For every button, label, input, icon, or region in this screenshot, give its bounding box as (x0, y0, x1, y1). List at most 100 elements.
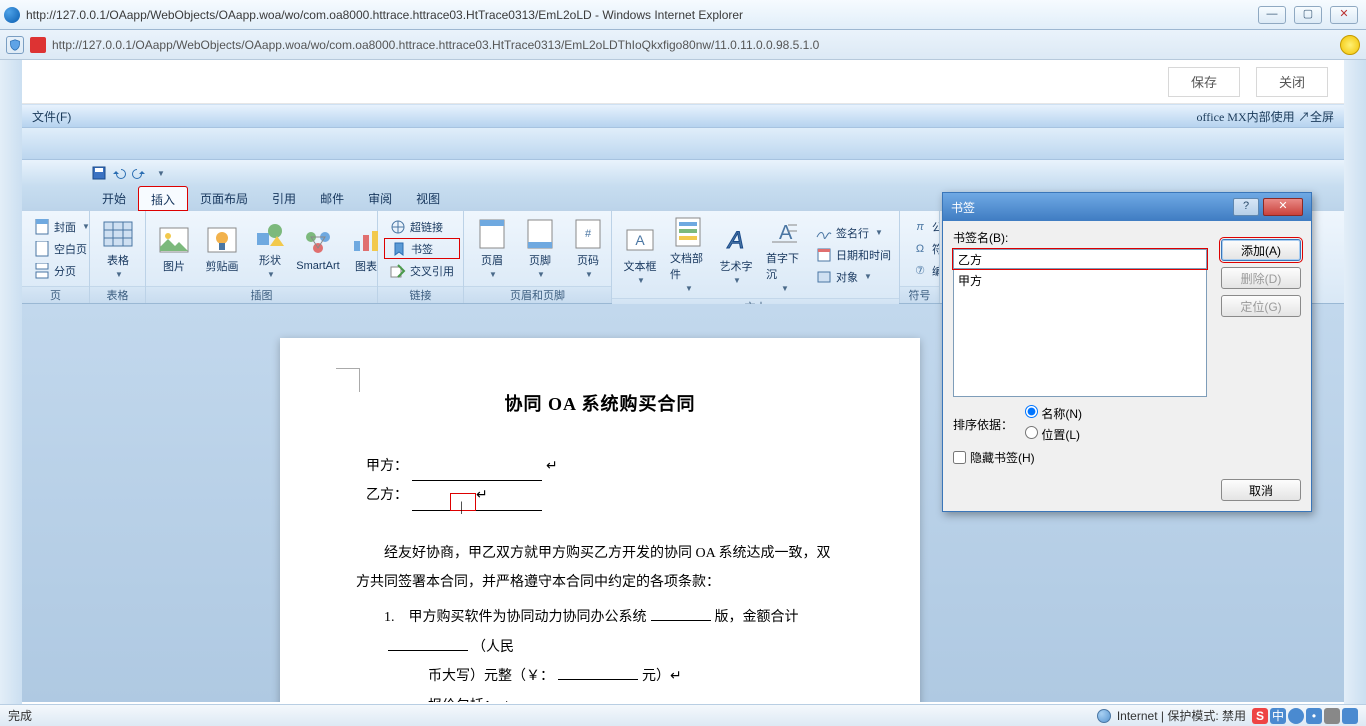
maximize-button[interactable]: ▢ (1294, 6, 1322, 24)
ime-icon[interactable]: S (1252, 708, 1268, 724)
tab-home[interactable]: 开始 (90, 186, 138, 210)
tab-pagelayout[interactable]: 页面布局 (188, 186, 260, 210)
bookmark-name-input[interactable] (953, 249, 1207, 269)
blank-page-button[interactable]: 空白页 (28, 238, 96, 259)
address-url[interactable]: http://127.0.0.1/OAapp/WebObjects/OAapp.… (52, 38, 1334, 52)
fullscreen-toggle[interactable]: ↗全屏 (1298, 110, 1334, 124)
coverpage-icon (34, 219, 50, 235)
add-button[interactable]: 添加(A) (1221, 239, 1301, 261)
undo-icon[interactable] (110, 164, 128, 182)
dropcap-button[interactable]: A首字下沉▼ (762, 214, 806, 295)
quick-access-toolbar: ▼ (22, 160, 1344, 186)
smartart-button[interactable]: SmartArt (296, 224, 340, 274)
page-break-button[interactable]: 分页 (28, 260, 96, 281)
qat-dropdown-icon[interactable]: ▼ (152, 164, 170, 182)
number-button[interactable]: ⑦编号 (906, 260, 940, 281)
equation-button[interactable]: π公式 (906, 216, 940, 237)
redo-icon[interactable] (130, 164, 148, 182)
blank-rmb[interactable] (558, 662, 638, 680)
minimize-button[interactable]: — (1258, 6, 1286, 24)
tab-mailings[interactable]: 邮件 (308, 186, 356, 210)
party-b-line: 乙方：↵ (366, 481, 844, 510)
dialog-help-button[interactable]: ? (1233, 198, 1259, 216)
document-page[interactable]: 协同 OA 系统购买合同 甲方：↵ 乙方：↵ 经友好协商，甲乙双方就甲方购买乙方… (280, 338, 920, 702)
cover-page-button[interactable]: 封面▼ (28, 216, 96, 237)
bookmark-list[interactable]: 甲方 (953, 269, 1207, 397)
quickparts-button[interactable]: 文档部件▼ (666, 214, 710, 295)
shapes-button[interactable]: 形状▼ (248, 216, 292, 281)
signature-button[interactable]: 签名行▼ (810, 222, 897, 243)
save-button[interactable]: 保存 (1168, 67, 1240, 97)
crossref-button[interactable]: 交叉引用 (384, 260, 460, 281)
list-item-1c: 报价包括：↵ (428, 692, 844, 702)
tab-insert[interactable]: 插入 (138, 186, 188, 211)
pagenumber-button[interactable]: #页码▼ (566, 216, 610, 281)
doc-title: 协同 OA 系统购买合同 (356, 386, 844, 424)
goto-button[interactable]: 定位(G) (1221, 295, 1301, 317)
hide-bookmarks-check[interactable]: 隐藏书签(H) (953, 449, 1301, 466)
dialog-titlebar[interactable]: 书签 ? ✕ (943, 193, 1311, 221)
ie-titlebar: http://127.0.0.1/OAapp/WebObjects/OAapp.… (0, 0, 1366, 30)
bookmark-dialog: 书签 ? ✕ 书签名(B): 甲方 排序依据： 名称(N) 位置(L) 隐藏书签… (942, 192, 1312, 512)
smartart-icon (302, 226, 334, 258)
symbol-button[interactable]: Ω符号 (906, 238, 940, 259)
header-icon (476, 218, 508, 250)
clipart-button[interactable]: 剪贴画 (200, 222, 244, 276)
app-topbar: 保存 关闭 (22, 60, 1344, 104)
group-links-label: 链接 (378, 286, 463, 303)
picture-button[interactable]: 图片 (152, 222, 196, 276)
datetime-button[interactable]: 日期和时间 (810, 244, 897, 265)
ie-addressbar: http://127.0.0.1/OAapp/WebObjects/OAapp.… (0, 30, 1366, 60)
wordart-icon: A (720, 224, 752, 256)
sort-name-radio[interactable]: 名称(N) (1025, 405, 1082, 422)
moon-icon[interactable] (1288, 708, 1304, 724)
header-button[interactable]: 页眉▼ (470, 216, 514, 281)
blank-amount[interactable] (388, 633, 468, 651)
tab-view[interactable]: 视图 (404, 186, 452, 210)
cancel-button[interactable]: 取消 (1221, 479, 1301, 501)
footer-button[interactable]: 页脚▼ (518, 216, 562, 281)
text-cursor (450, 493, 476, 511)
bookmark-button[interactable]: 书签 (384, 238, 460, 259)
tab-review[interactable]: 审阅 (356, 186, 404, 210)
security-shield-icon[interactable] (6, 36, 24, 54)
window-title: http://127.0.0.1/OAapp/WebObjects/OAapp.… (26, 8, 1258, 22)
group-headerfooter-label: 页眉和页脚 (464, 286, 611, 303)
group-tables-label: 表格 (90, 286, 145, 303)
window-buttons: — ▢ ✕ (1258, 6, 1358, 24)
table-button[interactable]: 表格▼ (96, 216, 140, 281)
party-a-line: 甲方：↵ (366, 452, 844, 481)
hyperlink-button[interactable]: 超链接 (384, 216, 460, 237)
delete-button[interactable]: 删除(D) (1221, 267, 1301, 289)
dialog-title: 书签 (951, 199, 975, 216)
dropcap-icon: A (768, 216, 800, 248)
app-subbar: 文件(F) office MX内部使用 ↗全屏 (22, 104, 1344, 128)
sort-location-radio[interactable]: 位置(L) (1025, 426, 1082, 443)
pagebreak-icon (34, 263, 50, 279)
svg-text:A: A (726, 227, 744, 254)
keyboard-icon[interactable] (1324, 708, 1340, 724)
list-item[interactable]: 甲方 (958, 272, 1202, 289)
object-button[interactable]: 对象▼ (810, 266, 897, 287)
clipart-icon (206, 224, 238, 256)
window-close-button[interactable]: ✕ (1330, 6, 1358, 24)
close-button[interactable]: 关闭 (1256, 67, 1328, 97)
party-a-blank[interactable] (412, 463, 542, 481)
punct-icon[interactable]: • (1306, 708, 1322, 724)
save-icon[interactable] (90, 164, 108, 182)
blank-version[interactable] (651, 603, 711, 621)
list-item-1: 1. 甲方购买软件为协同动力协同办公系统版，金额合计（人民 (384, 603, 844, 662)
lang-icon[interactable]: 中 (1270, 708, 1286, 724)
wordart-button[interactable]: A艺术字▼ (714, 222, 758, 287)
spacer (22, 128, 1344, 160)
favorites-star-icon[interactable] (1340, 35, 1360, 55)
file-menu[interactable]: 文件(F) (32, 108, 71, 125)
security-zone: Internet | 保护模式: 禁用 (1117, 707, 1246, 724)
list-item-1b: 币大写）元整（￥：元）↵ (428, 662, 844, 691)
textbox-button[interactable]: A文本框▼ (618, 222, 662, 287)
object-icon (816, 269, 832, 285)
dialog-close-button[interactable]: ✕ (1263, 198, 1303, 216)
tool-icon[interactable] (1342, 708, 1358, 724)
tab-references[interactable]: 引用 (260, 186, 308, 210)
quickparts-icon (672, 216, 704, 248)
